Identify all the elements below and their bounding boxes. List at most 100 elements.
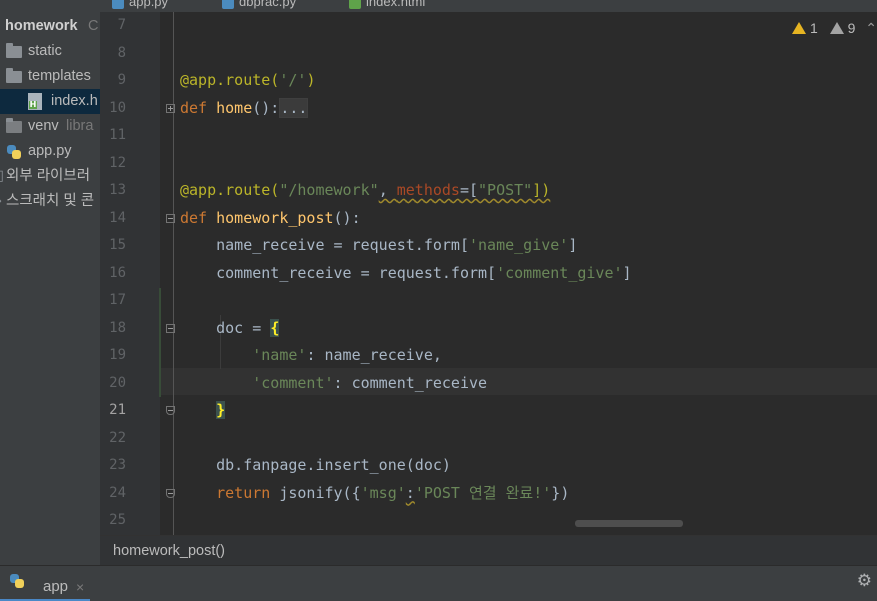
line-number: 9 [117, 72, 126, 88]
string-token: 'msg' [360, 483, 406, 502]
code-text: doc = [180, 318, 271, 337]
chevron-up-icon[interactable]: ⌃ [865, 20, 877, 36]
tree-item-label: templates [28, 68, 91, 84]
string-token: 'name_give' [468, 236, 569, 254]
run-tool-window-bar: app × ⚙ [0, 565, 877, 601]
python-file-icon [7, 145, 21, 159]
code-text: jsonify({ [279, 483, 361, 502]
code-line[interactable]: def home():... [180, 95, 309, 123]
line-number: 10 [109, 99, 126, 116]
inspection-widget[interactable]: 1 9 ⌃ [792, 20, 877, 40]
code-line[interactable]: } [180, 397, 226, 425]
library-icon: ▯ [0, 164, 4, 189]
code-line[interactable]: @app.route('/') [180, 67, 315, 95]
code-line[interactable]: return jsonify({'msg':'POST 연결 완료!'}) [180, 480, 569, 508]
python-run-icon [10, 574, 24, 588]
string-token: "/homework" [279, 181, 379, 199]
function-name-token: home [216, 98, 253, 117]
decorator-token: @app.route( [180, 181, 280, 199]
fold-marker-icon[interactable] [166, 213, 175, 223]
tab-index-html[interactable]: index.html [349, 0, 425, 12]
tab-app-py[interactable]: app.py [112, 0, 168, 12]
tree-item-external-libraries[interactable]: ▯ 외부 라이브러 [0, 164, 100, 189]
breadcrumb[interactable]: homework_post() [100, 535, 877, 566]
punctuation-token: , [378, 181, 397, 199]
close-icon[interactable]: × [76, 573, 84, 601]
folded-code-placeholder: ... [279, 97, 309, 118]
code-text: comment_receive = request.form[ [180, 263, 497, 282]
gutter-separator [173, 12, 174, 535]
code-text: }) [551, 483, 570, 502]
tree-item-static[interactable]: static [0, 39, 100, 64]
code-line[interactable]: def homework_post(): [180, 205, 361, 233]
tab-label: dbprac.py [239, 0, 297, 9]
weak-warning-count: 9 [847, 20, 856, 36]
fold-marker-icon[interactable] [166, 488, 175, 498]
tree-item-label: static [28, 43, 62, 59]
tree-item-scratches[interactable]: › 스크래치 및 콘 [0, 189, 100, 214]
fold-marker-icon[interactable] [166, 406, 175, 415]
code-line[interactable]: comment_receive = request.form['comment_… [180, 260, 632, 288]
tree-item-label: 외부 라이브러 [6, 168, 91, 184]
tree-item-templates[interactable]: templates [0, 64, 100, 89]
python-file-icon [112, 0, 124, 9]
code-line[interactable]: doc = { [180, 315, 280, 343]
code-line[interactable]: db.fanpage.insert_one(doc) [180, 452, 451, 480]
python-file-icon [222, 0, 234, 9]
code-text: : name_receive, [306, 346, 442, 364]
line-number: 11 [109, 127, 126, 143]
matched-brace: { [270, 318, 280, 337]
line-number: 24 [109, 484, 126, 501]
string-token: 'comment_give' [496, 263, 623, 282]
line-number-gutter: 7891011121314151617181920212223242526 [100, 12, 160, 535]
html-file-icon [349, 0, 361, 9]
tree-root-path: C [88, 18, 99, 34]
code-line[interactable]: name_receive = request.form['name_give'] [180, 232, 577, 260]
folder-icon [6, 118, 22, 133]
folder-icon [6, 68, 22, 83]
keyword-token: def [180, 208, 217, 227]
tab-dbprac-py[interactable]: dbprac.py [222, 0, 296, 12]
breadcrumb-item[interactable]: homework_post() [100, 543, 225, 559]
line-number: 8 [117, 44, 126, 61]
tab-label: app.py [129, 0, 169, 9]
string-token: '/' [279, 71, 307, 89]
tree-item-index-html[interactable]: index.h [0, 89, 100, 114]
gear-icon[interactable]: ⚙ [857, 571, 872, 591]
code-text: ] [622, 263, 632, 282]
tree-root-homework[interactable]: homework C [0, 14, 100, 39]
punctuation-token: (): [333, 208, 361, 227]
keyword-token: return [180, 483, 280, 502]
folder-icon [6, 43, 22, 58]
line-number: 18 [109, 319, 126, 336]
code-line[interactable]: 'name': name_receive, [180, 342, 442, 370]
code-text: name_receive = request.form[ [180, 236, 469, 254]
sidebar-footer [0, 535, 100, 565]
line-number: 20 [109, 374, 126, 391]
tab-label: index.html [366, 0, 426, 9]
tree-item-app-py[interactable]: app.py [0, 139, 100, 164]
code-editor[interactable]: 7891011121314151617181920212223242526 @a… [100, 12, 877, 535]
function-name-token: homework_post [216, 208, 334, 227]
line-number: 14 [109, 209, 126, 226]
line-number: 23 [109, 457, 126, 473]
line-number: 12 [109, 154, 126, 171]
html-file-icon [28, 93, 42, 110]
weak-warning-icon [829, 22, 844, 34]
code-text: db.fanpage.insert_one(doc) [180, 456, 451, 474]
line-number: 19 [109, 347, 126, 363]
code-text: ]) [532, 181, 551, 199]
run-tab-label: app [43, 578, 69, 595]
tree-item-venv[interactable]: venv libra [0, 114, 100, 139]
string-token: "POST" [478, 181, 533, 199]
warning-icon [792, 22, 807, 34]
code-line[interactable]: @app.route("/homework", methods=["POST"]… [180, 177, 550, 205]
code-line[interactable]: 'comment': comment_receive [180, 370, 487, 398]
tree-item-label: index.h [51, 93, 98, 109]
fold-marker-icon[interactable] [166, 103, 175, 113]
horizontal-scrollbar[interactable] [575, 520, 683, 527]
fold-marker-icon[interactable] [166, 323, 175, 333]
keyword-token: def [180, 98, 217, 117]
